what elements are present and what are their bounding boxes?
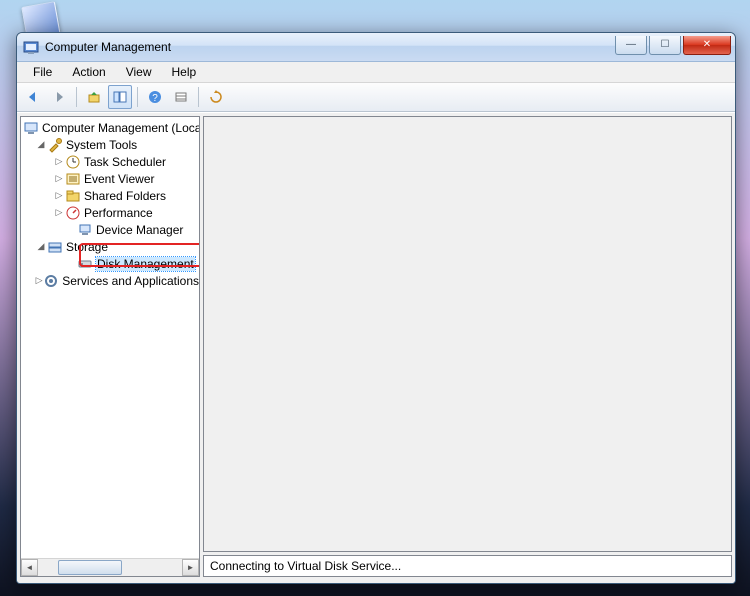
tree-label: Performance	[84, 206, 153, 220]
tree-label: System Tools	[66, 138, 137, 152]
maximize-button[interactable]: ☐	[649, 36, 681, 55]
expander-expand-icon[interactable]: ▷	[53, 208, 65, 217]
scroll-left-button[interactable]: ◄	[21, 559, 38, 576]
tree-root[interactable]: Computer Management (Local	[21, 119, 199, 136]
status-bar: Connecting to Virtual Disk Service...	[203, 555, 732, 577]
shared-folders-icon	[65, 188, 81, 204]
forward-button[interactable]	[47, 85, 71, 109]
performance-icon	[65, 205, 81, 221]
menu-action[interactable]: Action	[62, 63, 115, 81]
device-manager-icon	[77, 222, 93, 238]
tree-pane: Computer Management (Local ◢ System Tool…	[20, 116, 200, 577]
toolbar-separator	[137, 87, 138, 107]
expander-expand-icon[interactable]: ▷	[53, 157, 65, 166]
tree-shared-folders[interactable]: ▷ Shared Folders	[21, 187, 199, 204]
navigation-tree[interactable]: Computer Management (Local ◢ System Tool…	[21, 117, 199, 558]
status-text: Connecting to Virtual Disk Service...	[210, 559, 401, 573]
tree-label: Services and Applications	[62, 274, 199, 288]
scroll-thumb[interactable]	[58, 560, 122, 575]
tree-label: Computer Management (Local	[42, 121, 199, 135]
tree-label: Disk Management	[96, 257, 195, 271]
client-area: Computer Management (Local ◢ System Tool…	[17, 112, 735, 583]
tree-label: Device Manager	[96, 223, 183, 237]
show-hide-tree-icon	[113, 90, 127, 104]
options-button[interactable]	[169, 85, 193, 109]
tree-system-tools[interactable]: ◢ System Tools	[21, 136, 199, 153]
window-title: Computer Management	[45, 40, 613, 54]
close-button[interactable]: ✕	[683, 36, 731, 55]
computer-management-window: Computer Management — ☐ ✕ File Action Vi…	[16, 32, 736, 584]
help-button[interactable]: ?	[143, 85, 167, 109]
tree-task-scheduler[interactable]: ▷ Task Scheduler	[21, 153, 199, 170]
storage-icon	[47, 239, 63, 255]
toolbar-separator	[198, 87, 199, 107]
tree-label: Event Viewer	[84, 172, 154, 186]
main-pane: Connecting to Virtual Disk Service...	[203, 116, 732, 577]
disk-management-icon	[77, 256, 93, 272]
content-area	[203, 116, 732, 552]
services-icon	[43, 273, 59, 289]
options-icon	[174, 90, 188, 104]
clock-icon	[65, 154, 81, 170]
expander-expand-icon[interactable]: ▷	[53, 174, 65, 183]
tree-performance[interactable]: ▷ Performance	[21, 204, 199, 221]
tree-services-apps[interactable]: ▷ Services and Applications	[21, 272, 199, 289]
tree-storage[interactable]: ◢ Storage	[21, 238, 199, 255]
show-hide-tree-button[interactable]	[108, 85, 132, 109]
back-arrow-icon	[26, 90, 40, 104]
tree-device-manager[interactable]: Device Manager	[21, 221, 199, 238]
expander-expand-icon[interactable]: ▷	[53, 191, 65, 200]
tree-label: Task Scheduler	[84, 155, 166, 169]
help-icon: ?	[148, 90, 162, 104]
tools-icon	[47, 137, 63, 153]
computer-icon	[23, 120, 39, 136]
expander-collapse-icon[interactable]: ◢	[35, 140, 47, 149]
menu-file[interactable]: File	[23, 63, 62, 81]
back-button[interactable]	[21, 85, 45, 109]
scroll-track[interactable]	[38, 559, 182, 576]
app-icon	[23, 39, 39, 55]
svg-text:?: ?	[152, 93, 158, 104]
refresh-icon	[209, 90, 223, 104]
tree-horizontal-scrollbar[interactable]: ◄ ►	[21, 558, 199, 576]
minimize-button[interactable]: —	[615, 36, 647, 55]
forward-arrow-icon	[52, 90, 66, 104]
toolbar-separator	[76, 87, 77, 107]
scroll-right-button[interactable]: ►	[182, 559, 199, 576]
menu-bar: File Action View Help	[17, 62, 735, 83]
expander-expand-icon[interactable]: ▷	[35, 276, 43, 285]
titlebar[interactable]: Computer Management — ☐ ✕	[17, 33, 735, 62]
tree-disk-management[interactable]: Disk Management	[21, 255, 199, 272]
menu-help[interactable]: Help	[162, 63, 207, 81]
event-viewer-icon	[65, 171, 81, 187]
up-folder-icon	[87, 90, 101, 104]
tree-event-viewer[interactable]: ▷ Event Viewer	[21, 170, 199, 187]
tree-label: Shared Folders	[84, 189, 166, 203]
refresh-button[interactable]	[204, 85, 228, 109]
tree-label: Storage	[66, 240, 108, 254]
expander-collapse-icon[interactable]: ◢	[35, 242, 47, 251]
menu-view[interactable]: View	[116, 63, 162, 81]
toolbar: ?	[17, 83, 735, 112]
up-button[interactable]	[82, 85, 106, 109]
